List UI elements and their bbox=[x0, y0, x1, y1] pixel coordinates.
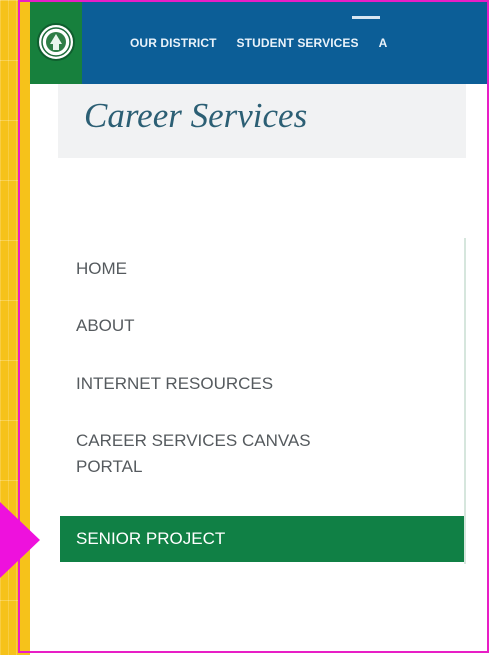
sidebar-item-home[interactable]: HOME bbox=[60, 256, 464, 282]
sidebar-item-about[interactable]: ABOUT bbox=[60, 313, 464, 339]
page-title: Career Services bbox=[84, 96, 308, 135]
sidebar-nav: HOME ABOUT INTERNET RESOURCES CAREER SER… bbox=[60, 238, 466, 564]
top-navigation: OUR DISTRICT STUDENT SERVICES A bbox=[30, 0, 489, 84]
sidebar-item-label: INTERNET RESOURCES bbox=[76, 374, 274, 393]
sidebar-item-internet-resources[interactable]: INTERNET RESOURCES bbox=[60, 371, 464, 397]
pointer-arrow-icon bbox=[0, 502, 40, 578]
sidebar-item-label: ABOUT bbox=[76, 316, 135, 335]
menu-indicator bbox=[352, 16, 380, 19]
header-right-space bbox=[466, 84, 489, 158]
sidebar-item-career-services-canvas-portal[interactable]: CAREER SERVICES CANVAS PORTAL bbox=[60, 428, 464, 481]
sidebar-item-label-line2: PORTAL bbox=[76, 457, 143, 477]
page-header: Career Services bbox=[58, 84, 489, 158]
page: OUR DISTRICT STUDENT SERVICES A Career S… bbox=[30, 0, 489, 655]
sidebar-item-label-line1: CAREER SERVICES CANVAS bbox=[76, 431, 311, 450]
sidebar-item-senior-project[interactable]: SENIOR PROJECT bbox=[60, 516, 464, 562]
nav-item-student-services[interactable]: STUDENT SERVICES bbox=[237, 36, 359, 50]
nav-items: OUR DISTRICT STUDENT SERVICES A bbox=[130, 36, 387, 50]
seal-icon bbox=[37, 23, 75, 61]
nav-item-our-district[interactable]: OUR DISTRICT bbox=[130, 36, 217, 50]
district-logo[interactable] bbox=[30, 0, 82, 84]
sidebar-item-label: HOME bbox=[76, 259, 127, 278]
nav-item-truncated[interactable]: A bbox=[379, 36, 388, 50]
sidebar-item-label: SENIOR PROJECT bbox=[76, 529, 226, 548]
